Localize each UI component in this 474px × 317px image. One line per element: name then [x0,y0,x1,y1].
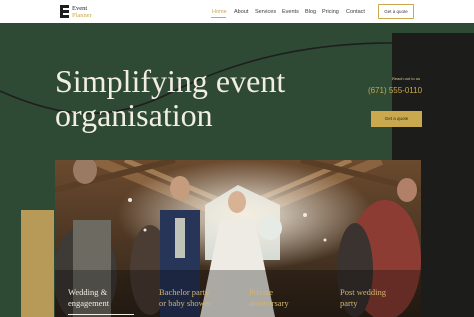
service-bachelor-baby-shower[interactable]: Bachelor party or baby shower [159,287,211,309]
service-line1: Bachelor party [159,287,210,297]
nav-item-home[interactable]: Home [212,9,227,17]
nav-item-blog[interactable]: Blog [305,9,316,17]
service-line2: party [340,298,358,308]
service-wedding-engagement[interactable]: Wedding & engagement [68,287,109,309]
nav-item-events[interactable]: Events [282,9,299,17]
nav-item-contact[interactable]: Contact [346,9,365,17]
service-line1: Wedding & [68,287,108,297]
service-line1: Post wedding [340,287,387,297]
service-post-wedding-party[interactable]: Post wedding party [340,287,386,309]
nav-item-services[interactable]: Services [255,9,276,17]
nav-get-quote-button[interactable]: Get a quote [378,4,414,19]
service-line2: anniversary [249,298,289,308]
hero-title: Simplifying event organisation [55,64,355,132]
brand-name-line1: Event [72,5,88,12]
brand-logo[interactable]: Event Planner [60,4,140,20]
hero-title-line2: organisation [55,97,213,133]
active-service-underline [68,314,134,315]
service-private-anniversary[interactable]: Private anniversary [249,287,289,309]
phone-number-link[interactable]: (671) 555-0110 [364,86,426,95]
hero-title-line1: Simplifying event [55,63,286,99]
logo-mark-icon [60,5,69,18]
brand-name-line2: Planner [72,12,92,19]
service-line2: or baby shower [159,298,212,308]
nav-item-pricing[interactable]: Pricing [322,9,339,17]
service-line2: engagement [68,298,110,308]
hero-get-quote-button[interactable]: Get a quote [371,111,422,127]
reach-out-label: Reach out to us [391,76,421,81]
service-line1: Private [249,287,274,297]
decorative-gold-block [21,210,54,317]
nav-active-indicator [211,17,226,18]
nav-item-about[interactable]: About [234,9,248,17]
top-navigation: Event Planner Home About Services Events… [0,0,474,23]
